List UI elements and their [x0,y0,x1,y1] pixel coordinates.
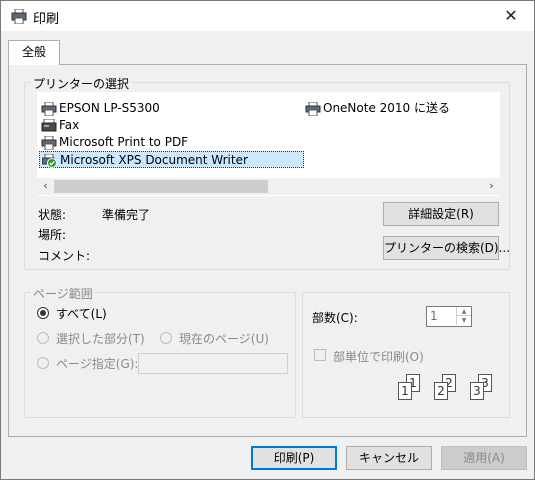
collate-label[interactable]: 部単位で印刷(O) [333,348,424,365]
close-button[interactable]: ✕ [488,1,534,31]
printer-name: Microsoft Print to PDF [59,135,189,149]
comment-label: コメント: [38,249,91,263]
current-page-label[interactable]: 現在のページ(U) [179,330,269,347]
printer-name: Fax [59,118,80,132]
printer-name: OneNote 2010 に送る [323,101,451,115]
printer-item-fax[interactable]: Fax [39,117,79,134]
printer-icon [41,136,57,150]
copies-value[interactable]: 1 [430,309,438,323]
status-value: 準備完了 [102,208,151,222]
status-label: 状態: [38,208,67,222]
printer-item-epson[interactable]: EPSON LP-S5300 [39,100,160,117]
collate-illustration: 1 1 2 2 3 3 [392,370,502,404]
spin-up-icon[interactable]: ▲ [456,307,471,316]
preferences-button[interactable]: 詳細設定(R) [383,202,499,226]
printer-icon [305,102,321,116]
printer-select-group-label: プリンターの選択 [31,75,132,92]
title-bar: 印刷 ✕ [0,0,535,31]
radio-current-page[interactable] [160,332,172,344]
printer-name: Microsoft XPS Document Writer [60,153,248,167]
radio-page-range[interactable] [37,357,49,369]
printer-list-scrollbar[interactable]: ‹ › [37,178,500,195]
printer-name: EPSON LP-S5300 [59,101,160,115]
printer-icon [11,9,27,24]
fax-icon [41,119,57,132]
radio-selection[interactable] [37,332,49,344]
print-button[interactable]: 印刷(P) [251,446,337,470]
page-range-label[interactable]: ページ指定(G): [56,355,138,372]
collate-page: 1 [398,382,412,400]
apply-button[interactable]: 適用(A) [441,446,527,470]
printer-item-print-to-pdf[interactable]: Microsoft Print to PDF [39,134,188,151]
default-printer-check-icon [42,154,57,168]
page-range-input[interactable] [138,353,288,374]
radio-all-pages[interactable] [37,307,49,319]
printer-item-xps-writer[interactable]: Microsoft XPS Document Writer [39,151,304,168]
printer-item-onenote[interactable]: OneNote 2010 に送る [303,100,450,117]
scroll-right-arrow-icon[interactable]: › [483,178,500,195]
selection-label[interactable]: 選択した部分(T) [56,330,145,347]
printer-icon [41,102,57,116]
page-range-group-label: ページ範囲 [31,285,95,302]
copies-label: 部数(C): [312,311,358,325]
collate-page: 2 [434,382,448,400]
scroll-left-arrow-icon[interactable]: ‹ [37,178,54,195]
location-label: 場所: [38,228,67,242]
collate-checkbox[interactable] [314,349,326,361]
all-pages-label[interactable]: すべて(L) [56,305,107,322]
close-icon: ✕ [504,6,518,25]
scroll-thumb[interactable] [54,180,268,193]
radio-dot [40,310,46,316]
find-printer-button[interactable]: プリンターの検索(D)... [383,236,510,260]
cancel-button[interactable]: キャンセル [346,446,432,470]
copies-stepper[interactable]: 1 ▲ ▼ [426,306,472,327]
collate-page: 3 [470,382,484,400]
tab-general[interactable]: 全般 [8,40,60,65]
window-title: 印刷 [33,12,60,27]
spin-down-icon[interactable]: ▼ [456,316,471,325]
